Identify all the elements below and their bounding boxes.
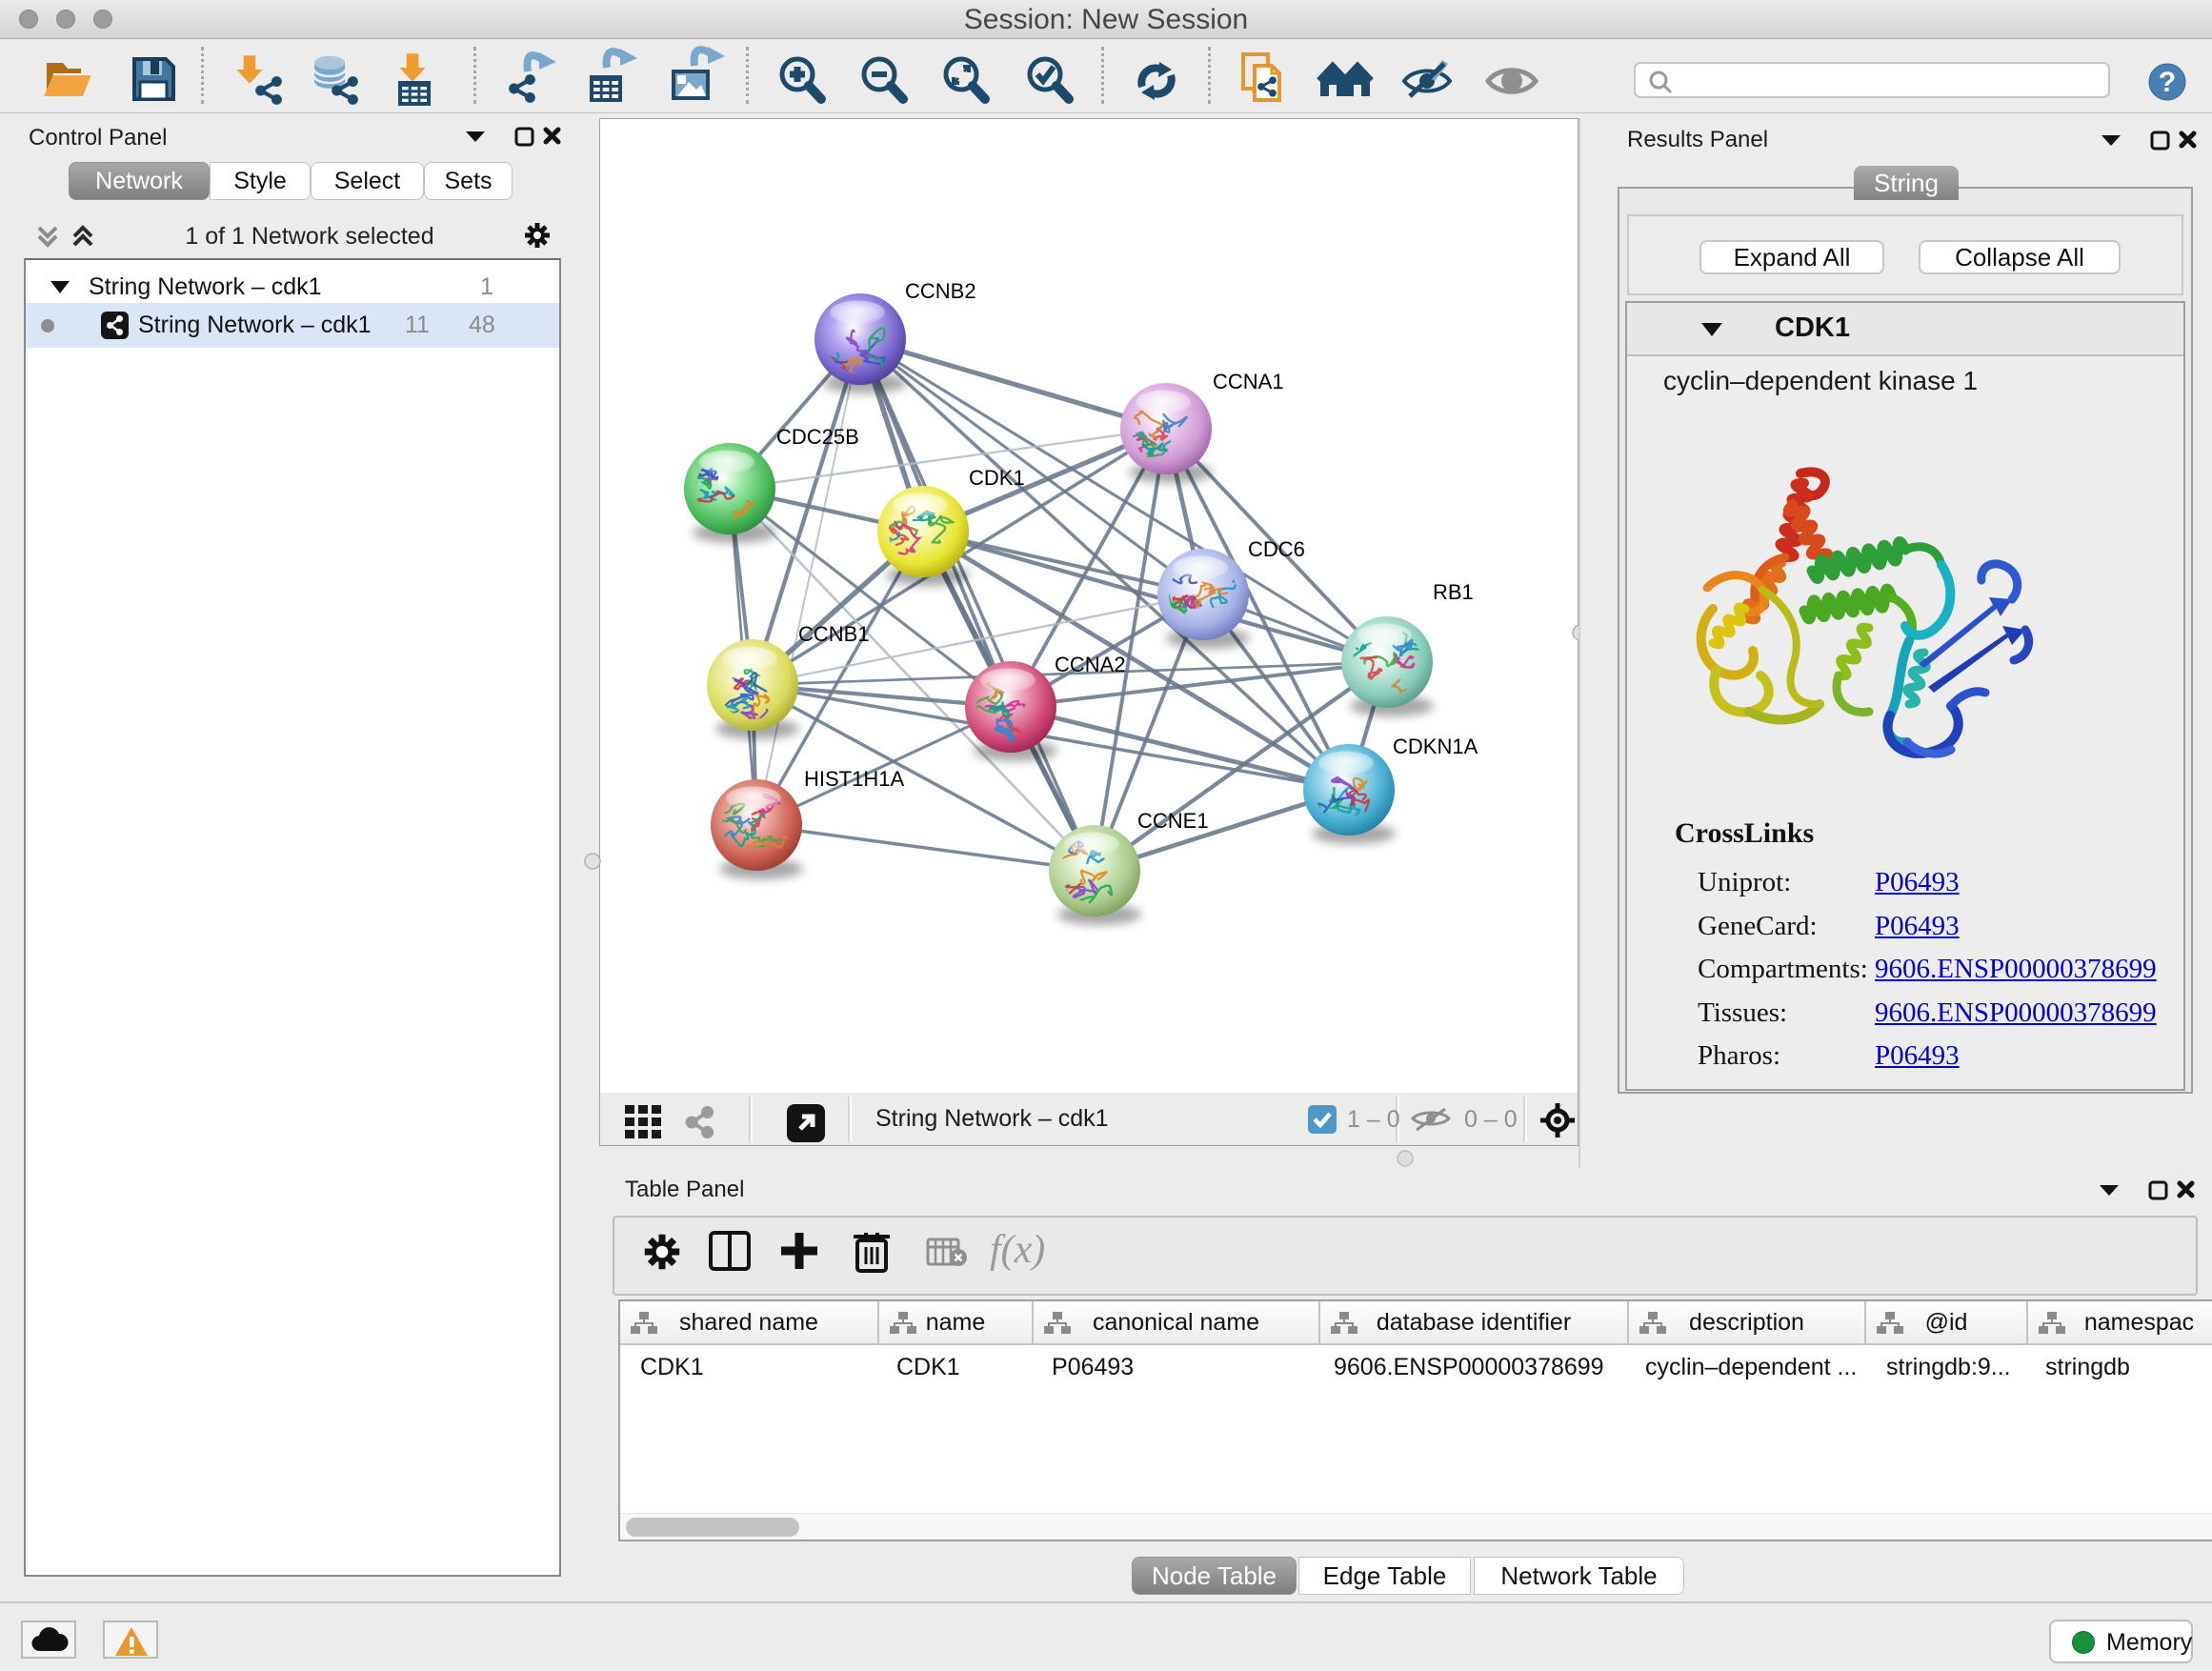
svg-text:CDC6: CDC6 — [1248, 537, 1305, 561]
svg-text:RB1: RB1 — [1433, 580, 1474, 604]
svg-text:CCNA2: CCNA2 — [1055, 653, 1126, 676]
svg-text:CCNE1: CCNE1 — [1137, 809, 1209, 833]
svg-text:CCNB2: CCNB2 — [905, 279, 976, 303]
svg-text:CDC25B: CDC25B — [776, 425, 859, 449]
svg-text:CCNA1: CCNA1 — [1213, 370, 1284, 393]
svg-text:CDK1: CDK1 — [969, 466, 1025, 490]
svg-text:CCNB1: CCNB1 — [798, 622, 870, 646]
svg-text:HIST1H1A: HIST1H1A — [804, 767, 904, 791]
svg-text:?: ? — [2159, 67, 2176, 98]
svg-text:CDKN1A: CDKN1A — [1393, 735, 1478, 758]
